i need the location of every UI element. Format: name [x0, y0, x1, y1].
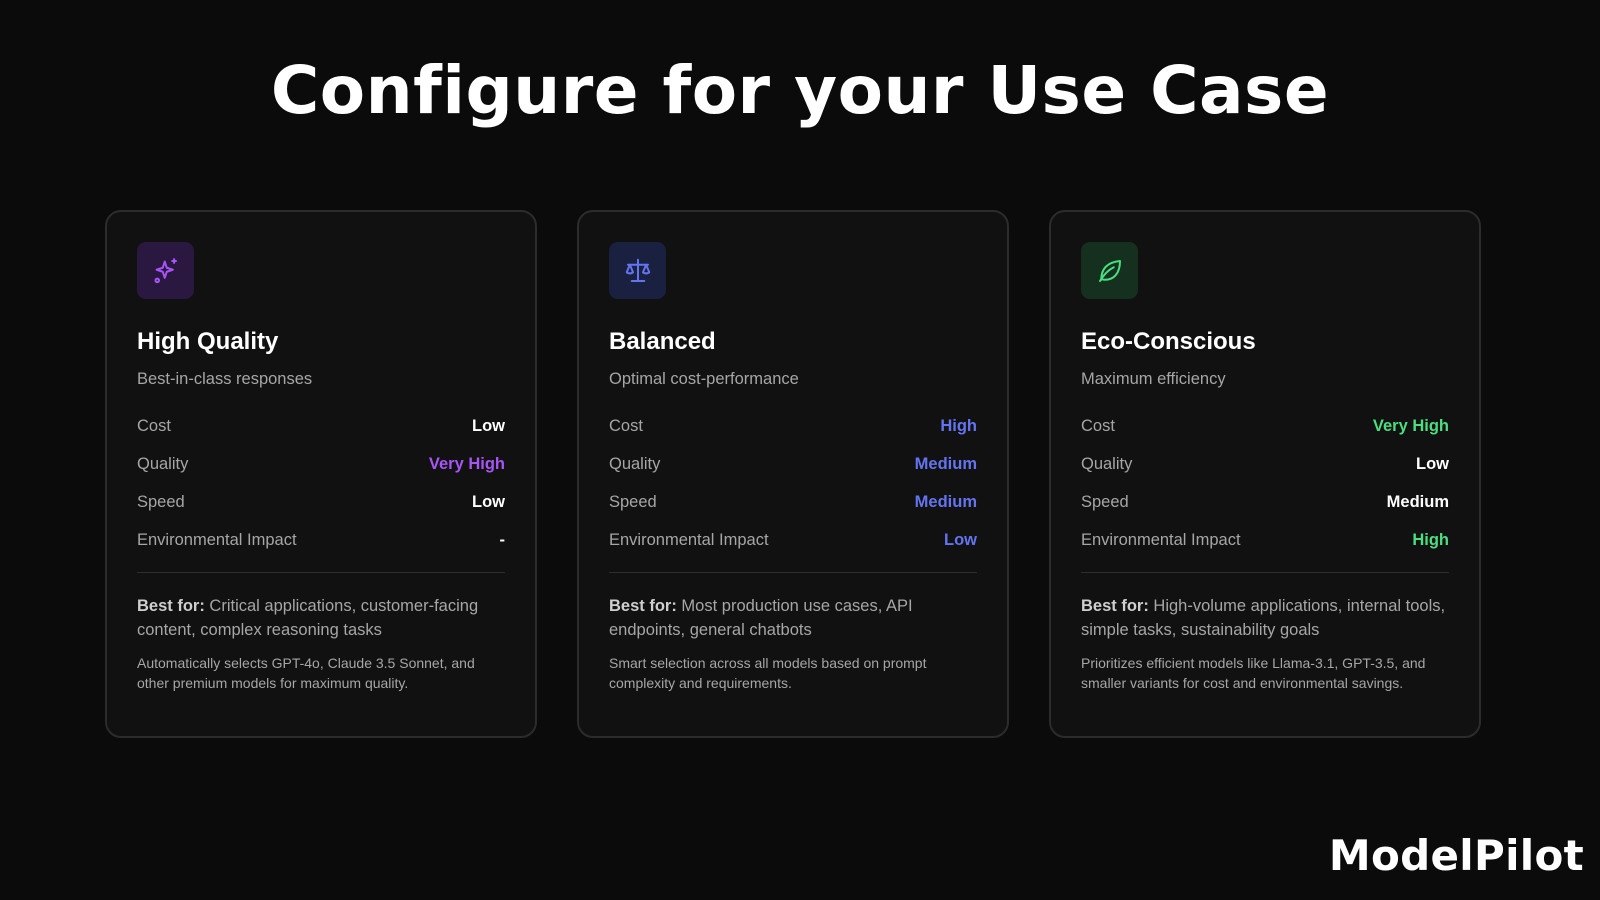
metric-value: Medium: [914, 454, 977, 473]
card-title: Balanced: [609, 328, 716, 355]
metric-row-environmental-impact: Environmental Impact -: [137, 521, 505, 559]
card-subtitle: Best-in-class responses: [137, 370, 313, 388]
card-row: High Quality Best-in-class responses Cos…: [105, 210, 1481, 738]
best-for-label: Best for:: [609, 597, 677, 615]
metric-value: Low: [944, 530, 977, 549]
metric-label: Quality: [609, 454, 661, 473]
metric-label: Quality: [137, 454, 189, 473]
metric-label: Speed: [137, 492, 185, 511]
page-title: Configure for your Use Case: [270, 52, 1330, 129]
metric-value: Very High: [1372, 416, 1449, 435]
metric-label: Quality: [1081, 454, 1133, 473]
metric-label: Speed: [609, 492, 657, 511]
best-for-text: Best for: Most production use cases, API…: [609, 594, 977, 642]
metric-row-cost: Cost Low: [137, 407, 505, 445]
metric-value: Low: [1416, 454, 1449, 473]
card-title: High Quality: [137, 328, 279, 355]
card-title: Eco-Conscious: [1081, 328, 1256, 355]
best-for-label: Best for:: [137, 597, 205, 615]
metric-value: Medium: [914, 492, 977, 511]
leaf-icon: [1098, 259, 1121, 282]
metric-value: High: [1412, 530, 1449, 549]
metric-label: Environmental Impact: [137, 530, 297, 549]
metric-row-cost: Cost Very High: [1081, 407, 1449, 445]
scale-icon: [625, 258, 650, 282]
metric-row-cost: Cost High: [609, 407, 977, 445]
metric-value: Very High: [428, 454, 505, 473]
metric-value: Low: [472, 416, 505, 435]
best-for-text: Best for: Critical applications, custome…: [137, 594, 505, 642]
metric-row-quality: Quality Medium: [609, 445, 977, 483]
metric-row-speed: Speed Low: [137, 483, 505, 521]
metric-row-quality: Quality Low: [1081, 445, 1449, 483]
card-balanced[interactable]: Balanced Optimal cost-performance Cost H…: [577, 210, 1009, 738]
best-for-text: Best for: High-volume applications, inte…: [1081, 594, 1449, 642]
metric-row-speed: Speed Medium: [609, 483, 977, 521]
card-description: Prioritizes efficient models like Llama-…: [1081, 655, 1426, 691]
card-subtitle: Optimal cost-performance: [609, 370, 799, 388]
slide: Configure for your Use Case High Quality…: [0, 0, 1600, 900]
metric-label: Cost: [137, 416, 171, 435]
metric-row-environmental-impact: Environmental Impact High: [1081, 521, 1449, 559]
metric-row-speed: Speed Medium: [1081, 483, 1449, 521]
card-subtitle: Maximum efficiency: [1081, 370, 1226, 388]
metric-label: Cost: [609, 416, 643, 435]
metric-value: Low: [472, 492, 505, 511]
metric-label: Environmental Impact: [1081, 530, 1241, 549]
metric-label: Cost: [1081, 416, 1115, 435]
metrics-list: Cost Very High Quality Low Speed Medium …: [1081, 407, 1449, 559]
card-description: Smart selection across all models based …: [609, 655, 927, 691]
card-description: Automatically selects GPT-4o, Claude 3.5…: [137, 655, 475, 691]
metric-value: High: [940, 416, 977, 435]
metrics-list: Cost Low Quality Very High Speed Low Env…: [137, 407, 505, 559]
divider: [609, 572, 977, 573]
metric-label: Speed: [1081, 492, 1129, 511]
metric-row-environmental-impact: Environmental Impact Low: [609, 521, 977, 559]
best-for-label: Best for:: [1081, 597, 1149, 615]
divider: [1081, 572, 1449, 573]
metric-label: Environmental Impact: [609, 530, 769, 549]
metric-value: -: [499, 530, 506, 549]
brand-logo-text: ModelPilot: [1328, 831, 1584, 880]
card-high-quality[interactable]: High Quality Best-in-class responses Cos…: [105, 210, 537, 738]
card-eco-conscious[interactable]: Eco-Conscious Maximum efficiency Cost Ve…: [1049, 210, 1481, 738]
metrics-list: Cost High Quality Medium Speed Medium En…: [609, 407, 977, 559]
metric-row-quality: Quality Very High: [137, 445, 505, 483]
icon-tile: [1081, 242, 1138, 299]
sparkles-icon: [153, 257, 177, 283]
divider: [137, 572, 505, 573]
icon-tile: [609, 242, 666, 299]
icon-tile: [137, 242, 194, 299]
metric-value: Medium: [1386, 492, 1449, 511]
